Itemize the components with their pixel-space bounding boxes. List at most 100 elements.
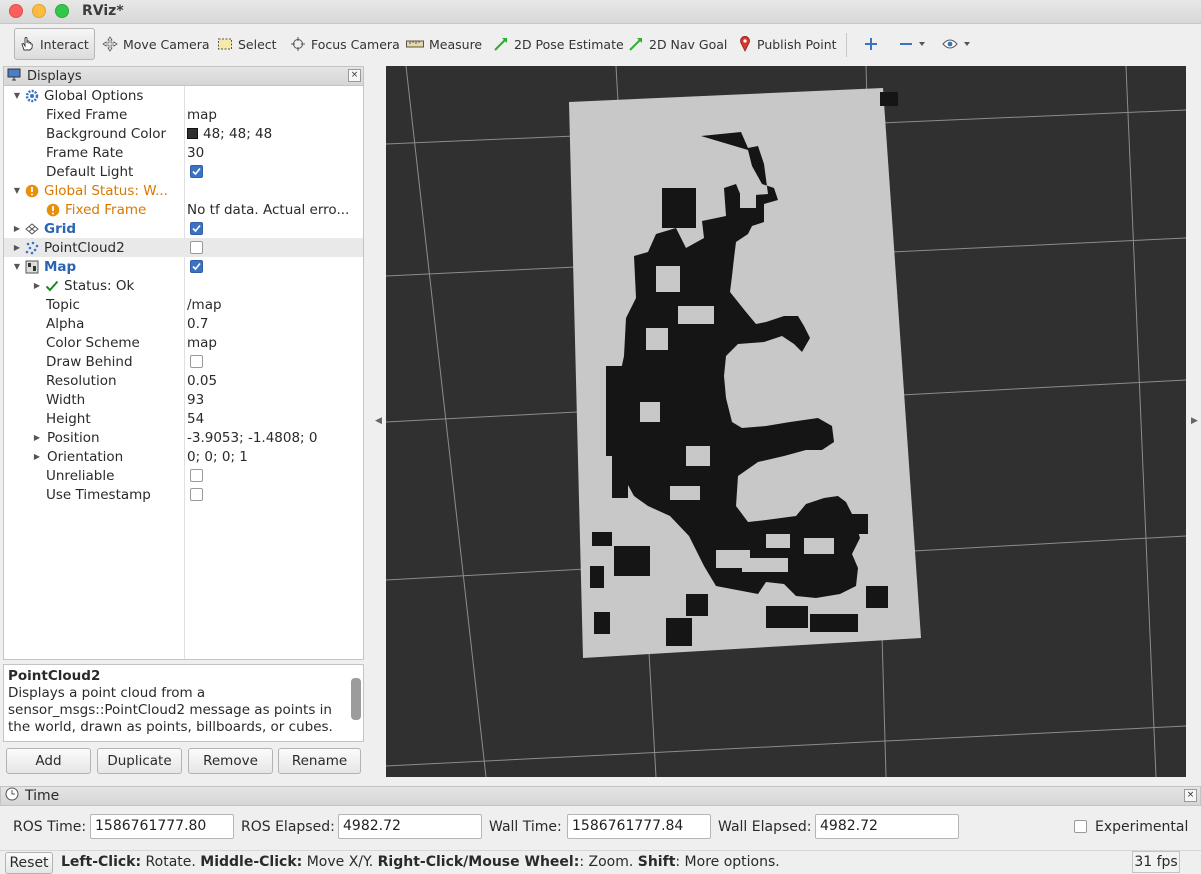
title-bar: RViz* [0, 0, 1201, 24]
draw-behind-checkbox[interactable] [190, 355, 203, 368]
select-tool-button[interactable]: Select [213, 28, 281, 60]
hint-move: Move X/Y. [302, 854, 378, 870]
collapse-arrow-icon[interactable]: ▶ [32, 452, 42, 462]
focus-camera-tool-button[interactable]: Focus Camera [286, 28, 404, 60]
tree-row-global-options[interactable]: ▼ Global Options [4, 86, 363, 105]
experimental-checkbox[interactable] [1074, 820, 1087, 833]
remove-tool-button[interactable] [895, 28, 930, 60]
monitor-icon [7, 68, 21, 85]
render-viewport[interactable] [386, 66, 1186, 777]
displays-tree[interactable]: ▼ Global Options Fixed Frame map Backgrou… [3, 86, 364, 660]
hint-middle-click: Middle-Click: [200, 854, 303, 870]
publish-point-tool-button[interactable]: Publish Point [734, 28, 841, 60]
color-scheme-value[interactable]: map [187, 335, 217, 351]
row-label: Height [46, 410, 91, 427]
wall-time-field[interactable]: 1586761777.84 [567, 814, 711, 839]
tree-row-width[interactable]: Width 93 [4, 390, 363, 409]
duplicate-display-button[interactable]: Duplicate [97, 748, 182, 774]
rename-display-button[interactable]: Rename [278, 748, 361, 774]
fixed-frame-value[interactable]: map [187, 107, 217, 123]
fps-counter: 31 fps [1132, 851, 1180, 873]
ros-elapsed-field[interactable]: 4982.72 [338, 814, 482, 839]
resolution-value: 0.05 [187, 372, 218, 389]
clock-icon [5, 787, 19, 805]
tree-row-topic[interactable]: Topic /map [4, 295, 363, 314]
topic-value[interactable]: /map [187, 297, 222, 313]
grid-enabled-checkbox[interactable] [190, 222, 203, 235]
maximize-window-button[interactable] [55, 4, 69, 18]
frame-rate-value[interactable]: 30 [187, 145, 204, 161]
publish-point-label: Publish Point [757, 36, 837, 52]
remove-display-button[interactable]: Remove [188, 748, 273, 774]
select-label: Select [238, 36, 277, 52]
left-splitter-arrow-icon[interactable]: ◀ [375, 416, 382, 426]
add-tool-button[interactable] [860, 28, 882, 60]
move-camera-tool-button[interactable]: Move Camera [98, 28, 214, 60]
tree-row-pointcloud2[interactable]: ▶ PointCloud2 [4, 238, 363, 257]
row-label: Background Color [46, 125, 167, 142]
tree-row-global-status[interactable]: ▼ Global Status: W... [4, 181, 363, 200]
expand-arrow-icon[interactable]: ▼ [12, 262, 22, 272]
status-bar: Reset Left-Click: Rotate. Middle-Click: … [0, 850, 1201, 874]
fixed-frame-error-value: No tf data. Actual erro... [187, 201, 350, 218]
focus-camera-label: Focus Camera [311, 36, 400, 52]
tree-row-orientation[interactable]: ▶ Orientation 0; 0; 0; 1 [4, 447, 363, 466]
tree-row-height[interactable]: Height 54 [4, 409, 363, 428]
map-enabled-checkbox[interactable] [190, 260, 203, 273]
tree-row-background-color[interactable]: Background Color 48; 48; 48 [4, 124, 363, 143]
displays-panel-header: Displays × [3, 66, 364, 86]
selection-rectangle-icon [217, 37, 233, 51]
right-splitter-arrow-icon[interactable]: ▶ [1191, 416, 1198, 426]
tree-row-resolution[interactable]: Resolution 0.05 [4, 371, 363, 390]
background-color-value[interactable]: 48; 48; 48 [203, 126, 272, 142]
close-panel-button[interactable]: × [348, 69, 361, 82]
tree-row-fixed-frame-status[interactable]: Fixed Frame No tf data. Actual erro... [4, 200, 363, 219]
tree-row-fixed-frame[interactable]: Fixed Frame map [4, 105, 363, 124]
use-timestamp-checkbox[interactable] [190, 488, 203, 501]
scrollbar-thumb[interactable] [351, 678, 361, 720]
collapse-arrow-icon[interactable]: ▶ [12, 243, 22, 253]
eye-icon [942, 38, 958, 50]
view-options-button[interactable] [938, 28, 975, 60]
display-description-box: PointCloud2 Displays a point cloud from … [3, 664, 364, 742]
tree-row-draw-behind[interactable]: Draw Behind [4, 352, 363, 371]
close-time-panel-button[interactable]: × [1184, 789, 1197, 802]
tree-row-use-timestamp[interactable]: Use Timestamp [4, 485, 363, 504]
row-label: Global Status: W... [44, 182, 168, 199]
wall-elapsed-field[interactable]: 4982.72 [815, 814, 959, 839]
close-window-button[interactable] [9, 4, 23, 18]
tree-row-color-scheme[interactable]: Color Scheme map [4, 333, 363, 352]
pointcloud2-enabled-checkbox[interactable] [190, 241, 203, 254]
row-label: Default Light [46, 163, 134, 180]
unreliable-checkbox[interactable] [190, 469, 203, 482]
expand-arrow-icon[interactable]: ▼ [12, 91, 22, 101]
pose-estimate-tool-button[interactable]: 2D Pose Estimate [489, 28, 628, 60]
color-swatch[interactable] [187, 128, 198, 139]
default-light-checkbox[interactable] [190, 165, 203, 178]
nav-goal-tool-button[interactable]: 2D Nav Goal [624, 28, 731, 60]
collapse-arrow-icon[interactable]: ▶ [32, 433, 42, 443]
tree-row-alpha[interactable]: Alpha 0.7 [4, 314, 363, 333]
measure-tool-button[interactable]: Measure [402, 28, 486, 60]
tree-row-grid[interactable]: ▶ Grid [4, 219, 363, 238]
tree-row-frame-rate[interactable]: Frame Rate 30 [4, 143, 363, 162]
collapse-arrow-icon[interactable]: ▶ [32, 281, 42, 291]
row-label: Resolution [46, 372, 117, 389]
row-label: Alpha [46, 315, 85, 332]
row-label: Unreliable [46, 467, 115, 484]
alpha-value[interactable]: 0.7 [187, 316, 208, 332]
description-scrollbar[interactable] [350, 668, 362, 740]
tree-row-default-light[interactable]: Default Light [4, 162, 363, 181]
interact-tool-button[interactable]: Interact [14, 28, 95, 60]
minimize-window-button[interactable] [32, 4, 46, 18]
tree-row-unreliable[interactable]: Unreliable [4, 466, 363, 485]
collapse-arrow-icon[interactable]: ▶ [12, 224, 22, 234]
tree-row-map[interactable]: ▼ Map [4, 257, 363, 276]
expand-arrow-icon[interactable]: ▼ [12, 186, 22, 196]
tree-row-map-status[interactable]: ▶ Status: Ok [4, 276, 363, 295]
plus-icon [864, 37, 878, 51]
tree-row-position[interactable]: ▶ Position -3.9053; -1.4808; 0 [4, 428, 363, 447]
add-display-button[interactable]: Add [6, 748, 91, 774]
reset-button[interactable]: Reset [5, 852, 53, 874]
ros-time-field[interactable]: 1586761777.80 [90, 814, 234, 839]
